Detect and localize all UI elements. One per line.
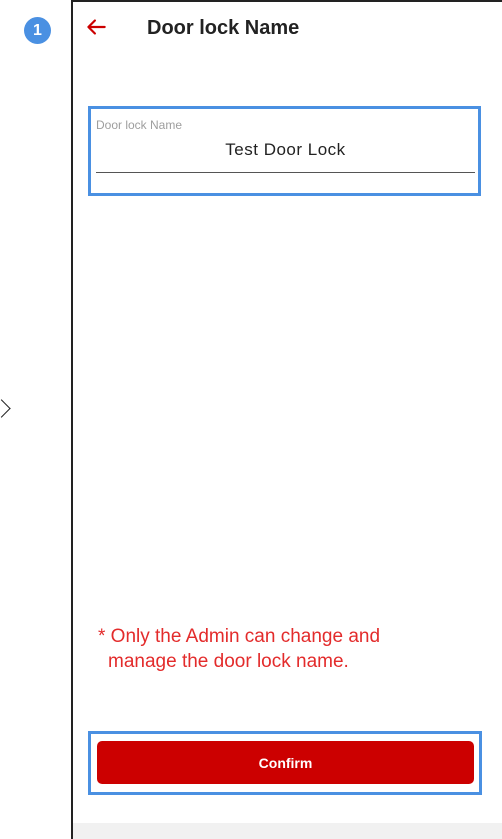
- step-badge: 1: [24, 17, 51, 44]
- door-lock-name-field[interactable]: Door lock Name: [96, 116, 475, 173]
- chevron-right-icon: [0, 399, 11, 418]
- confirm-button[interactable]: Confirm: [97, 741, 474, 784]
- admin-note-line2: manage the door lock name.: [108, 651, 349, 672]
- name-field-label: Door lock Name: [96, 118, 183, 132]
- app-bar: Door lock Name: [73, 2, 502, 58]
- arrow-left-icon[interactable]: [83, 14, 109, 40]
- bottom-strip: [73, 823, 502, 839]
- admin-note: * Only the Admin can change and manage t…: [98, 624, 458, 674]
- page-title: Door lock Name: [147, 17, 300, 39]
- admin-note-line1: * Only the Admin can change and: [98, 626, 381, 647]
- page: 1 Door lock Name Door lock Name * Only t…: [0, 0, 502, 839]
- door-lock-name-input[interactable]: [96, 136, 475, 164]
